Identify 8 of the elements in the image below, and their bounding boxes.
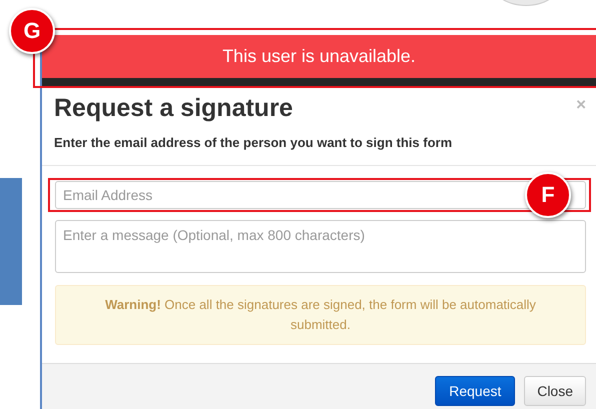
request-button[interactable]: Request	[435, 376, 516, 406]
callout-badge: G	[9, 8, 55, 54]
modal-subtitle: Enter the email address of the person you want to sign this form	[54, 135, 454, 150]
error-banner: This user is unavailable.	[42, 35, 596, 78]
warning-alert: Warning! Once all the signatures are signed, the form will be automatically submitted.	[55, 285, 586, 345]
message-field[interactable]: Enter a message (Optional, max 800 characters)	[55, 220, 586, 273]
close-button[interactable]: Close	[524, 376, 586, 406]
modal-title: Request a signature	[54, 93, 293, 124]
